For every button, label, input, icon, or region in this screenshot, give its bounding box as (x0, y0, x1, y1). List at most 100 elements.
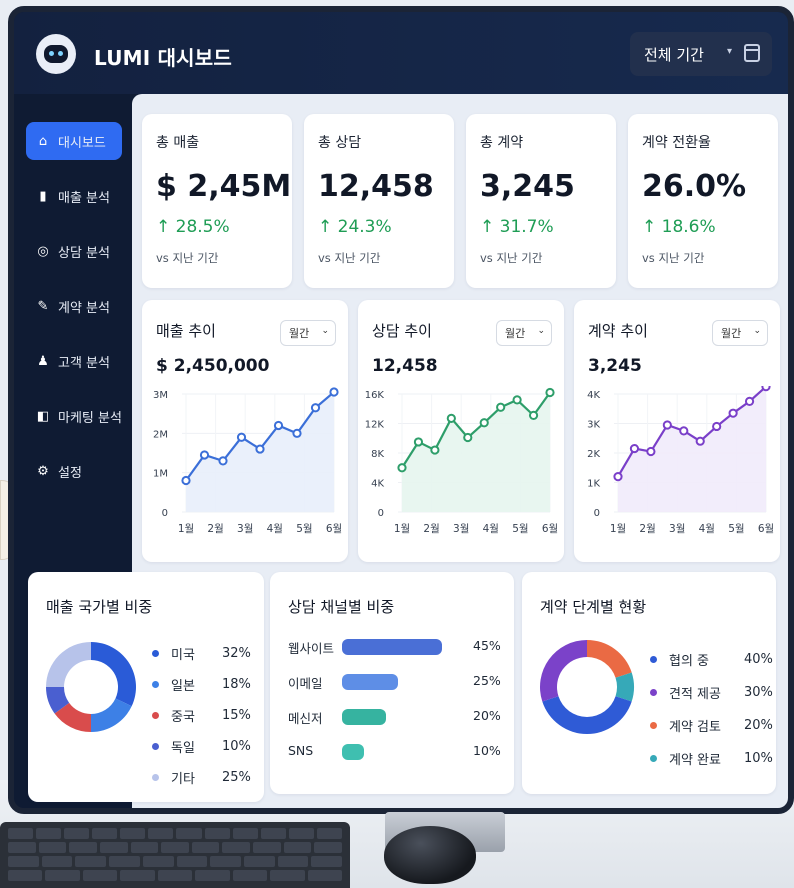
legend-dot (650, 755, 657, 762)
x-tick-label: 4월 (267, 523, 283, 535)
data-point (512, 395, 522, 405)
data-point (695, 436, 705, 446)
data-point (329, 387, 339, 397)
sidebar-item-1[interactable]: ▮ 매출 분석 (26, 177, 122, 215)
data-point (292, 428, 302, 438)
legend-percent: 10% (222, 739, 251, 754)
country-donut-chart (46, 642, 136, 732)
kpi-value: 3,245 (480, 169, 575, 204)
channel-bar-row: 메신저 20% (288, 708, 508, 728)
legend-dot (152, 681, 159, 688)
channel-bar-row: 이메일 25% (288, 673, 508, 693)
legend-percent: 10% (744, 751, 773, 766)
stage-donut-chart (540, 640, 634, 734)
interval-select-label: 월간 (505, 327, 526, 340)
y-tick-label: 2M (153, 429, 168, 440)
legend-label: 미국 (171, 648, 195, 663)
megaphone-icon: ◧ (36, 408, 50, 424)
y-tick-label: 4K (587, 390, 600, 401)
data-point (181, 475, 191, 486)
panel-title: 계약 단계별 현황 (540, 598, 647, 616)
data-point (679, 426, 689, 436)
kpi-subtext: vs 지난 기간 (642, 251, 705, 265)
sidebar-item-4[interactable]: ♟ 고객 분석 (26, 342, 122, 380)
channel-bar (342, 674, 398, 690)
kpi-delta: ↑ 31.7% (480, 217, 554, 237)
legend-label: 일본 (171, 679, 195, 694)
keyboard (0, 822, 350, 888)
data-point (646, 446, 656, 457)
legend-label: 협의 중 (669, 654, 710, 669)
sidebar-item-label: 고객 분석 (58, 355, 110, 371)
bar-chart-icon: ▮ (39, 188, 47, 204)
x-tick-label: 4월 (483, 523, 499, 535)
contract-icon: ✎ (37, 298, 49, 314)
channel-bar (342, 639, 442, 655)
channel-label: 메신저 (288, 711, 323, 726)
sidebar-item-6[interactable]: ⚙ 설정 (26, 452, 122, 490)
x-tick-label: 6월 (326, 523, 342, 535)
sidebar-item-3[interactable]: ✎ 계약 분석 (26, 287, 122, 325)
chevron-down-icon: ⌄ (753, 326, 761, 336)
channel-bar-row: 웹사이트 45% (288, 638, 508, 658)
calendar-icon[interactable] (744, 44, 760, 62)
y-tick-label: 4K (371, 479, 384, 490)
donut-slice (46, 642, 91, 687)
y-tick-label: 3K (587, 420, 600, 431)
kpi-subtext: vs 지난 기간 (318, 251, 381, 265)
y-tick-label: 1M (153, 469, 168, 480)
data-point (545, 387, 555, 398)
legend-dot (152, 743, 159, 750)
interval-select[interactable]: 월간 ⌄ (496, 320, 552, 346)
x-tick-label: 3월 (669, 523, 685, 535)
data-point (413, 437, 424, 447)
chart-title: 계약 추이 (588, 322, 648, 340)
data-point (761, 386, 771, 392)
kpi-subtext: vs 지난 기간 (156, 251, 219, 265)
panel-title: 매출 국가별 비중 (46, 598, 153, 616)
line-chart: 4K 3K 2K 1K 0 1월 2월 3월 4월 5월 6월 (587, 386, 774, 535)
data-point (397, 463, 407, 473)
legend-label: 독일 (171, 741, 195, 756)
interval-select[interactable]: 월간 ⌄ (280, 320, 336, 346)
sidebar-item-0[interactable]: ⌂ 대시보드 (26, 122, 122, 160)
legend-percent: 20% (744, 718, 773, 733)
robot-logo-icon (36, 34, 76, 74)
legend-item: 중국 15% (152, 706, 252, 725)
legend-percent: 32% (222, 646, 251, 661)
donut-slice (91, 698, 132, 732)
interval-select[interactable]: 월간 ⌄ (712, 320, 768, 346)
top-bar: LUMI 대시보드 전체 기간 ▾ (14, 12, 788, 94)
data-point (479, 418, 489, 428)
data-point (712, 421, 722, 432)
gear-icon: ⚙ (37, 463, 49, 479)
kpi-card: 총 매출 $ 2,45M ↑ 28.5% vs 지난 기간 (142, 114, 292, 288)
legend-dot (650, 656, 657, 663)
sidebar-item-5[interactable]: ◧ 마케팅 분석 (26, 397, 122, 435)
line-chart: 16K 12K 8K 4K 0 1월 2월 3월 4월 5월 6월 (365, 387, 558, 535)
mouse (384, 826, 476, 884)
legend-item: 계약 완료 10% (650, 749, 773, 768)
kpi-label: 총 상담 (318, 135, 362, 151)
channel-percent: 25% (473, 673, 501, 688)
chevron-down-icon: ⌄ (537, 326, 545, 336)
legend-dot (152, 650, 159, 657)
kpi-delta: ↑ 28.5% (156, 217, 230, 237)
monitor: LUMI 대시보드 전체 기간 ▾ ⌂ 대시보드 ▮ 매출 분석 ◎ 상담 분석 ✎ 계약 분… (8, 6, 794, 814)
sidebar-item-2[interactable]: ◎ 상담 분석 (26, 232, 122, 270)
data-point (255, 444, 265, 454)
donut-slice (615, 672, 634, 702)
line-chart: 3M 2M 1M 0 1월 2월 3월 4월 5월 6월 (153, 387, 342, 535)
donut-slice (587, 640, 632, 678)
x-tick-label: 6월 (542, 523, 558, 535)
trend-chart-card: 상담 추이 12,458 월간 ⌄ 16K 12K 8K 4K 0 1월 2월 3월 4월 5월 6월 (358, 300, 564, 562)
country-share-card: 매출 국가별 비중 미국 32% 일본 18% 중국 15% 독일 10% 기타 25% (28, 572, 264, 802)
channel-bar (342, 709, 387, 725)
legend-item: 계약 검토 20% (650, 716, 773, 735)
period-select[interactable]: 전체 기간 ▾ (630, 32, 772, 76)
chart-value: $ 2,450,000 (156, 356, 270, 376)
x-tick-label: 5월 (512, 523, 528, 535)
data-point (446, 413, 456, 423)
donut-slice (542, 696, 632, 734)
legend-percent: 25% (222, 770, 251, 785)
